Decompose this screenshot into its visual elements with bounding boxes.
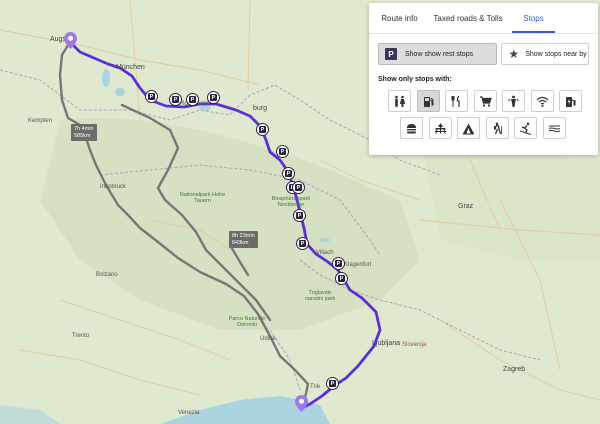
- parking-icon: P: [335, 260, 342, 267]
- filter-fuel-button[interactable]: [416, 90, 440, 112]
- route-badge-distance: 643km: [232, 239, 249, 246]
- amenity-filter-grid: [388, 90, 588, 144]
- amenity-filter-row: [388, 90, 588, 112]
- city-label-salzburg: burg: [253, 105, 268, 112]
- rest-stop-marker[interactable]: P: [296, 237, 309, 250]
- filter-campsite-button[interactable]: [457, 117, 480, 139]
- route-badge-alt2[interactable]: 8h 23min 643km: [229, 231, 258, 248]
- rest-stop-marker[interactable]: P: [207, 91, 220, 104]
- rest-stop-marker[interactable]: P: [292, 181, 305, 194]
- show-rest-stops-label: Show show rest stops: [405, 50, 474, 58]
- stops-button-row: P Show show rest stops ★ Show stops near…: [369, 34, 598, 65]
- route-badge-time: 7h 4min: [74, 126, 94, 132]
- city-label-villach: Villach: [316, 250, 334, 256]
- rest-stop-marker[interactable]: P: [186, 93, 199, 106]
- filter-food-button[interactable]: [400, 117, 423, 139]
- skiing-icon: [519, 122, 532, 135]
- parking-icon: P: [210, 94, 217, 101]
- hiking-icon: [493, 122, 502, 134]
- filter-restroom-button[interactable]: [388, 90, 411, 112]
- filter-shower-button[interactable]: [502, 90, 525, 112]
- rest-stop-marker[interactable]: P: [145, 90, 158, 103]
- filter-picnic-button[interactable]: [428, 117, 452, 139]
- city-label-trieste: Trie: [310, 384, 321, 390]
- lake-icon: [548, 124, 560, 132]
- wifi-icon: [536, 96, 548, 107]
- filter-heading: Show only stops with:: [378, 76, 452, 83]
- route-badge-distance: 585km: [74, 132, 91, 139]
- show-stops-nearby-button[interactable]: ★ Show stops near by: [501, 43, 589, 65]
- park-label-triglav: Triglavski narodni park: [304, 290, 336, 302]
- route-options-panel: Route info Taxed roads & Tolls Stops P S…: [369, 3, 598, 155]
- city-label-kempten: Kempten: [28, 118, 53, 124]
- filter-hiking-button[interactable]: [485, 117, 509, 139]
- filter-wifi-button[interactable]: [530, 90, 554, 112]
- tab-route-info[interactable]: Route info: [369, 3, 430, 33]
- tab-taxed-roads-tolls[interactable]: Taxed roads & Tolls: [430, 3, 506, 33]
- end-pin-icon[interactable]: [295, 395, 308, 412]
- parking-icon: P: [172, 96, 179, 103]
- filter-ev-charging-button[interactable]: [559, 90, 582, 112]
- parking-icon: P: [329, 380, 336, 387]
- shop-icon: [479, 95, 492, 107]
- city-label-klagenfurt: Klagenfurt: [344, 262, 372, 268]
- park-label-nockberge: Biosphärenpark Nockberge: [271, 196, 311, 208]
- rest-stop-marker[interactable]: P: [332, 257, 345, 270]
- campsite-icon: [463, 123, 474, 134]
- restroom-icon: [395, 95, 405, 107]
- parking-icon: P: [296, 212, 303, 219]
- rest-stop-marker[interactable]: P: [335, 272, 348, 285]
- city-label-venezia: Venezia: [178, 410, 200, 416]
- rest-stop-marker[interactable]: P: [293, 209, 306, 222]
- filter-restaurant-button[interactable]: [445, 90, 468, 112]
- panel-tabs: Route info Taxed roads & Tolls Stops: [369, 3, 598, 34]
- show-rest-stops-button[interactable]: P Show show rest stops: [378, 43, 498, 65]
- filter-shop-button[interactable]: [473, 90, 497, 112]
- rest-stop-marker[interactable]: P: [326, 377, 339, 390]
- fuel-icon: [423, 96, 433, 107]
- start-pin-icon[interactable]: [64, 32, 77, 49]
- show-stops-nearby-label: Show stops near by: [525, 50, 587, 58]
- city-label-munchen: München: [116, 64, 145, 71]
- city-label-graz: Graz: [458, 203, 474, 210]
- parking-icon: P: [285, 170, 292, 177]
- country-label-slovenija: Slovenija: [402, 342, 427, 348]
- rest-stop-marker[interactable]: P: [256, 123, 269, 136]
- route-badge-time: 8h 23min: [232, 233, 255, 239]
- park-label-dolomiti: Parco Naturale Dolomiti: [228, 316, 266, 328]
- parking-icon: P: [259, 126, 266, 133]
- restaurant-icon: [451, 95, 460, 107]
- rest-stop-marker[interactable]: P: [276, 145, 289, 158]
- filter-lake-button[interactable]: [542, 117, 566, 139]
- parking-icon: P: [295, 184, 302, 191]
- city-label-zagreb: Zagreb: [503, 366, 526, 373]
- parking-icon: P: [189, 96, 196, 103]
- star-icon: ★: [508, 47, 520, 61]
- parking-icon: P: [299, 240, 306, 247]
- food-icon: [407, 123, 416, 133]
- parking-icon: P: [385, 48, 397, 60]
- city-label-udine: Udine: [260, 336, 276, 342]
- route-badge-alt1[interactable]: 7h 4min 585km: [71, 124, 97, 141]
- amenity-filter-row: [388, 117, 588, 139]
- rest-stop-marker[interactable]: P: [169, 93, 182, 106]
- park-label-hohe-tauern: Nationalpark Hohe Tauern: [179, 192, 226, 204]
- shower-icon: [508, 95, 519, 107]
- rest-stop-marker[interactable]: P: [282, 167, 295, 180]
- tab-stops[interactable]: Stops: [506, 3, 561, 33]
- city-label-innsbruck: Innsbruck: [100, 184, 127, 190]
- picnic-icon: [434, 122, 446, 134]
- parking-icon: P: [279, 148, 286, 155]
- ev-charging-icon: [566, 96, 576, 107]
- city-label-ljubljana: Ljubljana: [372, 340, 401, 347]
- city-label-trento: Trento: [72, 333, 90, 339]
- city-label-bolzano: Bolzano: [96, 272, 118, 278]
- parking-icon: P: [148, 93, 155, 100]
- parking-icon: P: [338, 275, 345, 282]
- filter-skiing-button[interactable]: [514, 117, 537, 139]
